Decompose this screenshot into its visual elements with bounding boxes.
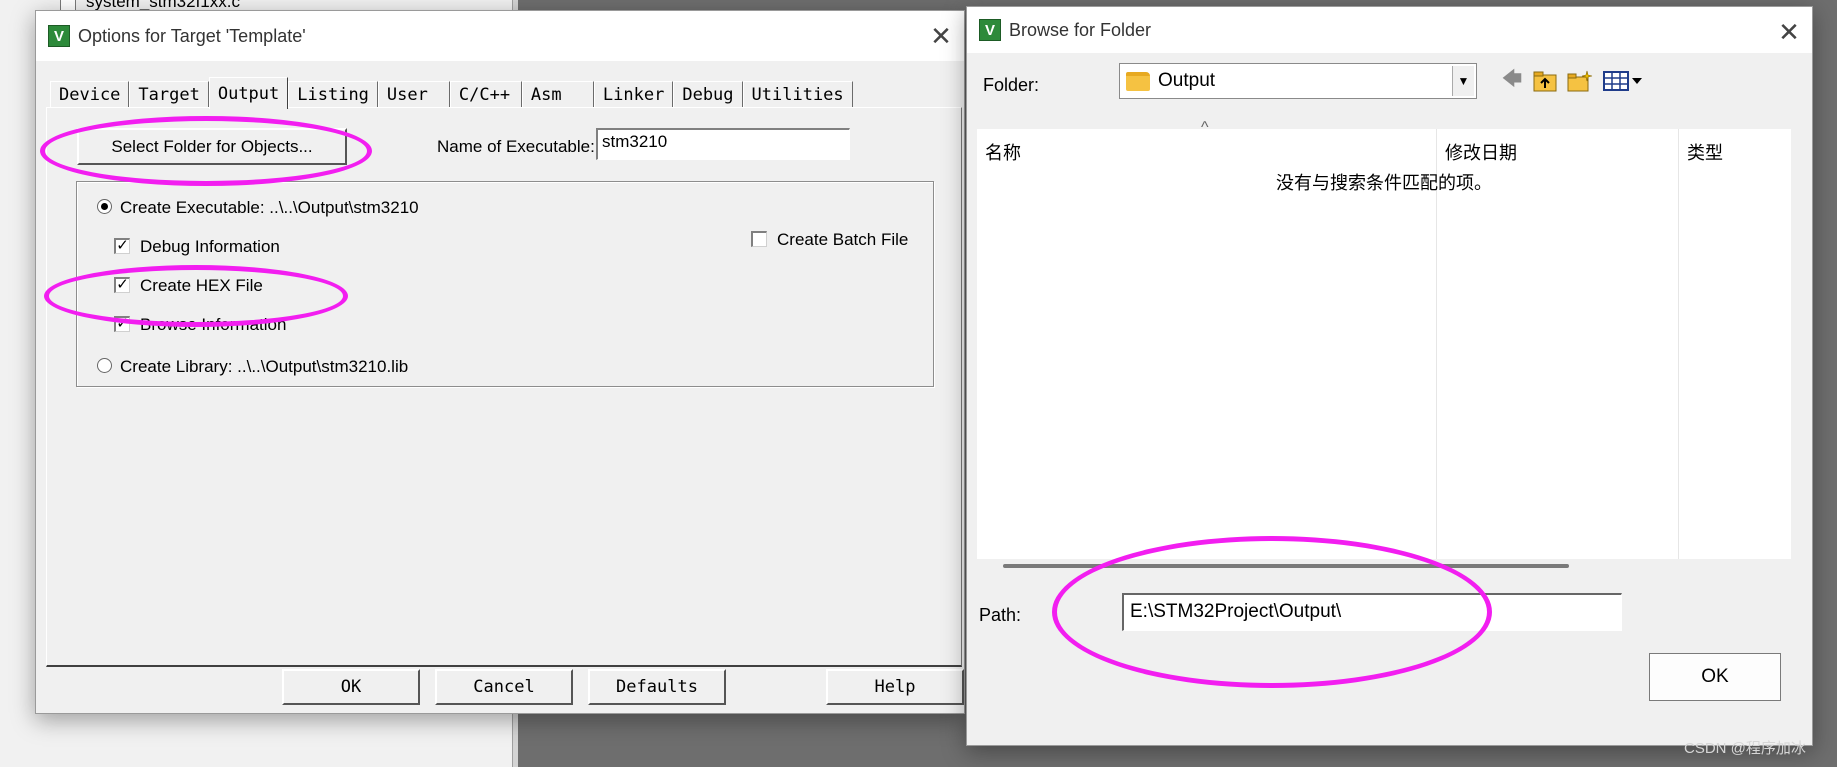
new-folder-icon[interactable]	[1567, 69, 1593, 93]
browse-folder-dialog: V Browse for Folder ✕ Folder: Output ▼ 🡄…	[966, 6, 1813, 746]
tab-target[interactable]: Target	[129, 81, 209, 107]
column-header-date[interactable]: 修改日期	[1445, 139, 1517, 165]
view-menu-icon[interactable]	[1603, 69, 1643, 93]
tab-output[interactable]: Output	[208, 77, 289, 109]
chevron-down-icon[interactable]: ▼	[1452, 66, 1474, 96]
column-header-type[interactable]: 类型	[1687, 139, 1723, 165]
tab-user[interactable]: User	[377, 81, 450, 107]
up-folder-icon[interactable]	[1532, 69, 1558, 93]
options-titlebar[interactable]: V Options for Target 'Template' ✕	[36, 11, 964, 61]
tab-listing[interactable]: Listing	[288, 81, 378, 107]
back-arrow-icon[interactable]: 🡄	[1500, 68, 1524, 93]
create-hex-checkbox[interactable]: ✓	[114, 277, 130, 293]
ok-button[interactable]: OK	[282, 669, 420, 705]
folder-combobox[interactable]: Output ▼	[1119, 63, 1477, 99]
options-tab-strip: Device Target Output Listing User C/C++ …	[50, 77, 853, 109]
browse-close-button[interactable]: ✕	[1774, 17, 1804, 47]
browse-info-label: Browse Information	[140, 315, 287, 334]
path-input[interactable]: E:\STM32Project\Output\	[1122, 593, 1622, 631]
tab-linker[interactable]: Linker	[593, 81, 674, 107]
folder-icon	[1126, 71, 1150, 91]
help-button[interactable]: Help	[826, 669, 964, 705]
defaults-button[interactable]: Defaults	[588, 669, 726, 705]
tab-debug[interactable]: Debug	[673, 81, 743, 107]
column-header-name[interactable]: 名称	[985, 139, 1021, 165]
name-of-executable-label: Name of Executable:	[437, 137, 595, 156]
browse-ok-button[interactable]: OK	[1649, 653, 1781, 701]
tab-utilities[interactable]: Utilities	[742, 81, 853, 107]
tab-device[interactable]: Device	[50, 81, 130, 107]
create-hex-label: Create HEX File	[140, 276, 263, 295]
browse-info-checkbox[interactable]: ✓	[114, 316, 130, 332]
options-close-button[interactable]: ✕	[926, 21, 956, 51]
sort-ascending-icon: ^	[1201, 119, 1209, 136]
empty-list-message: 没有与搜索条件匹配的项。	[1276, 173, 1492, 193]
debug-info-label: Debug Information	[140, 237, 280, 256]
debug-info-checkbox[interactable]: ✓	[114, 238, 130, 254]
watermark-text: CSDN @程序加冰	[1684, 740, 1806, 757]
create-batch-checkbox[interactable]	[751, 231, 767, 247]
cancel-button[interactable]: Cancel	[435, 669, 573, 705]
browse-title: Browse for Folder	[1009, 19, 1152, 40]
create-executable-label: Create Executable: ..\..\Output\stm3210	[120, 198, 419, 217]
keil-uvision-icon: V	[48, 25, 70, 47]
folder-combobox-value: Output	[1158, 70, 1216, 91]
browse-titlebar[interactable]: V Browse for Folder ✕	[967, 7, 1812, 53]
options-title: Options for Target 'Template'	[78, 25, 306, 46]
select-folder-button[interactable]: Select Folder for Objects...	[77, 128, 347, 165]
path-label: Path:	[979, 605, 1022, 625]
folder-list-view[interactable]: ^ 名称 修改日期 类型 没有与搜索条件匹配的项。	[977, 119, 1791, 559]
name-of-executable-input[interactable]: stm3210	[596, 128, 850, 160]
folder-label: Folder:	[983, 75, 1040, 95]
tab-cpp[interactable]: C/C++	[449, 81, 522, 107]
create-batch-label: Create Batch File	[777, 230, 909, 249]
create-library-label: Create Library: ..\..\Output\stm3210.lib	[120, 357, 409, 376]
keil-uvision-icon: V	[979, 19, 1001, 41]
horizontal-scrollbar[interactable]	[1003, 564, 1569, 568]
options-dialog: V Options for Target 'Template' ✕ Device…	[35, 10, 965, 714]
tab-asm[interactable]: Asm	[521, 81, 594, 107]
create-executable-radio[interactable]	[97, 199, 112, 214]
create-library-radio[interactable]	[97, 358, 112, 373]
